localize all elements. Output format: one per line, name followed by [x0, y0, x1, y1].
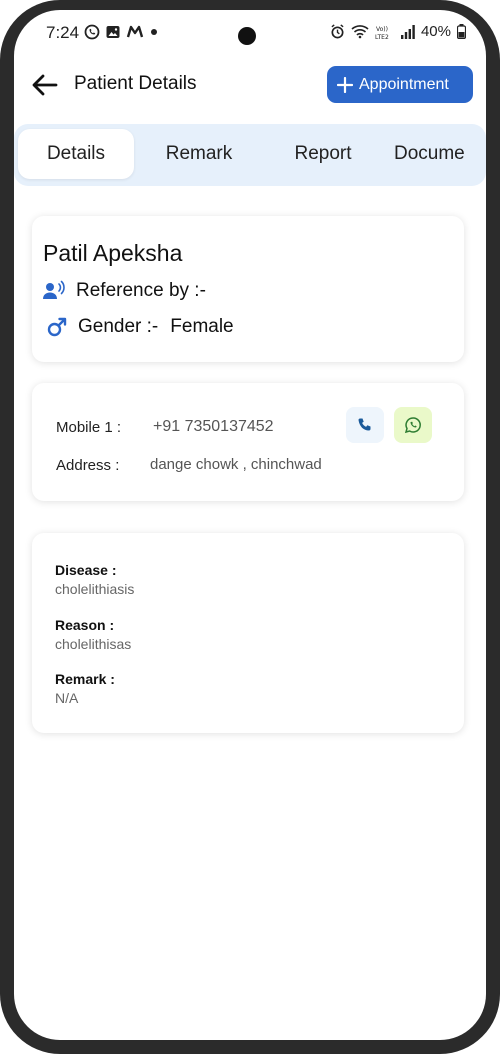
call-button[interactable]	[346, 407, 384, 443]
patient-name: Patil Apeksha	[43, 240, 183, 266]
m-app-icon	[126, 25, 144, 38]
address-label: Address :	[56, 457, 120, 474]
status-time: 7:24	[46, 23, 80, 42]
reference-row: Reference by :-	[42, 280, 206, 302]
volte-icon: Vo))LTE2	[375, 26, 389, 40]
tab-remark[interactable]: Remark	[144, 129, 254, 179]
disease-value: cholelithiasis	[55, 581, 135, 597]
phone-frame: 7:24 Vo)) LTE2 40% Patient Details Appoin…	[0, 0, 500, 1054]
patient-card: Patil Apeksha Reference by :- Gender :- …	[32, 216, 464, 362]
whatsapp-button[interactable]	[394, 407, 432, 443]
battery-icon	[457, 24, 466, 39]
gender-row: Gender :- Female	[46, 316, 234, 338]
mobile-value: +91 7350137452	[153, 418, 274, 435]
address-value: dange chowk , chinchwad	[150, 456, 322, 473]
wifi-icon	[351, 25, 369, 39]
svg-text:LTE2: LTE2	[375, 34, 389, 40]
male-gender-icon	[47, 317, 67, 337]
battery-percent: 40%	[420, 23, 451, 40]
system-status: Vo)) LTE2 40%	[330, 23, 466, 40]
whatsapp-icon	[404, 417, 421, 434]
reason-value: cholelithisas	[55, 636, 132, 652]
whatsapp-icon	[84, 24, 100, 40]
remark-value: N/A	[55, 690, 79, 706]
reference-label: Reference by :-	[76, 280, 206, 301]
notification-icons	[84, 24, 159, 40]
tab-details[interactable]: Details	[18, 129, 134, 179]
tab-report[interactable]: Report	[270, 129, 376, 179]
mobile-label: Mobile 1 :	[56, 419, 122, 436]
plus-icon	[337, 76, 353, 93]
back-arrow-icon[interactable]	[30, 70, 60, 100]
appointment-label: Appointment	[359, 75, 449, 93]
status-bar: 7:24 Vo)) LTE2 40%	[14, 10, 486, 54]
front-camera	[238, 27, 256, 45]
svg-text:Vo)): Vo))	[376, 26, 388, 33]
add-appointment-button[interactable]: Appointment	[327, 66, 473, 103]
contact-card: Mobile 1 : +91 7350137452 Address : dang…	[32, 383, 464, 501]
app-bar: Patient Details Appointment	[14, 62, 486, 108]
gender-value: Female	[170, 316, 234, 337]
phone-icon	[358, 418, 371, 431]
page-title: Patient Details	[74, 73, 197, 94]
gallery-icon	[106, 26, 120, 38]
dot-icon	[151, 29, 157, 35]
signal-icon	[400, 24, 415, 39]
reference-person-icon	[43, 280, 65, 299]
tab-bar: Details Remark Report Docume	[14, 124, 486, 186]
tab-documents[interactable]: Docume	[394, 129, 486, 179]
medical-card: Disease : cholelithiasis Reason : cholel…	[32, 533, 464, 733]
disease-label: Disease :	[55, 562, 117, 578]
screen: 7:24 Vo)) LTE2 40% Patient Details Appoin…	[14, 10, 486, 1040]
remark-label: Remark :	[55, 671, 115, 687]
reason-label: Reason :	[55, 617, 115, 633]
alarm-icon	[331, 24, 344, 39]
gender-label: Gender :-	[78, 316, 159, 337]
